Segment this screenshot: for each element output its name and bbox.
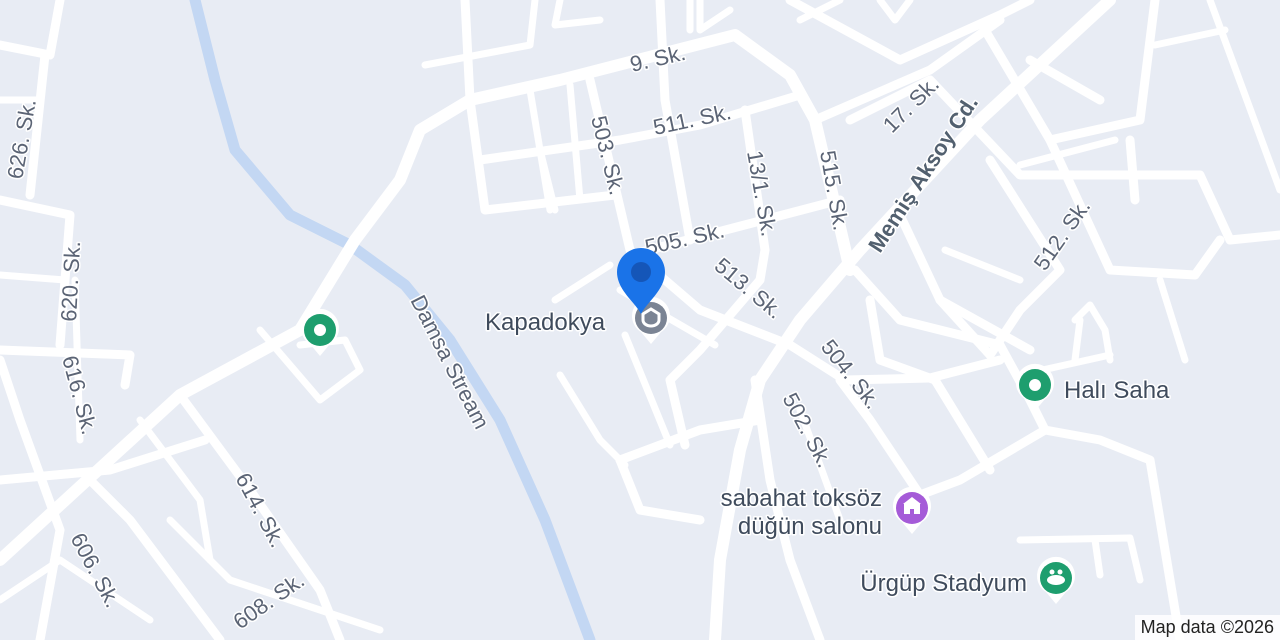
dugun-salonu-label-line2[interactable]: düğün salonu <box>736 512 883 542</box>
park-pin[interactable] <box>301 308 339 356</box>
street-label-616: 616. Sk. <box>57 353 102 437</box>
street-label-503: 503. Sk. <box>586 113 630 197</box>
park-icon <box>1029 379 1041 391</box>
park-icon <box>314 324 326 336</box>
street-label-515: 515. Sk. <box>815 149 854 233</box>
street-label-614: 614. Sk. <box>231 469 291 552</box>
map-attribution: Map data ©2026 <box>1134 615 1280 640</box>
street-label-620: 620. Sk. <box>56 240 85 322</box>
street-label-9: 9. Sk. <box>628 40 688 77</box>
stadyum-label[interactable]: Ürgüp Stadyum <box>859 569 1029 599</box>
hali-saha-label[interactable]: Halı Saha <box>1063 376 1172 406</box>
location-dot-icon <box>631 262 651 282</box>
dugun-salonu-pin[interactable] <box>893 486 931 534</box>
kapadokya-label[interactable]: Kapadokya <box>484 308 608 338</box>
stadyum-pin[interactable] <box>1037 556 1075 604</box>
hali-saha-pin[interactable] <box>1016 363 1054 411</box>
street-label-502: 502. Sk. <box>778 389 838 472</box>
street-label-513: 513. Sk. <box>710 253 788 324</box>
dugun-salonu-label-line1[interactable]: sabahat toksöz <box>719 484 883 514</box>
stream-label-damsa: Damsa Stream <box>406 291 495 433</box>
map-canvas[interactable]: 626. Sk. 620. Sk. 616. Sk. 614. Sk. 606.… <box>0 0 1280 640</box>
map-layer: 626. Sk. 620. Sk. 616. Sk. 614. Sk. 606.… <box>0 0 1280 640</box>
